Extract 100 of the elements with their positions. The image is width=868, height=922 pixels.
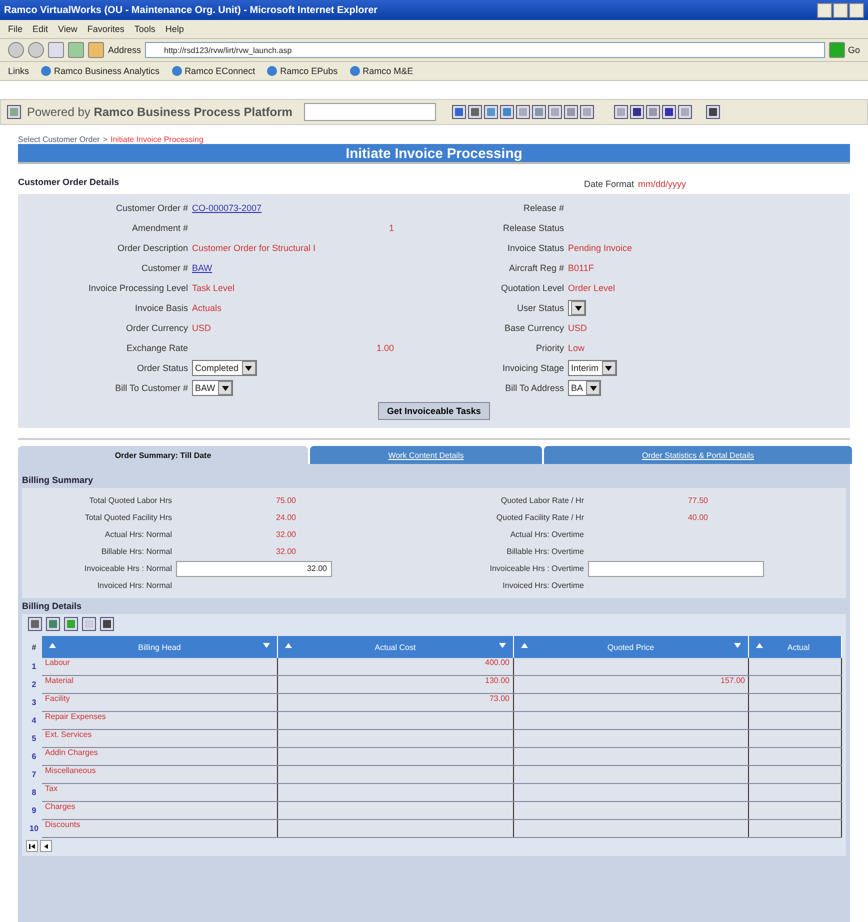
toolbar-icon[interactable]: [548, 105, 562, 119]
table-cell: 130.00: [278, 676, 513, 694]
stop-button[interactable]: [48, 42, 64, 58]
toolbar-icon[interactable]: [630, 105, 644, 119]
caret-icon: [590, 386, 597, 390]
close-button[interactable]: [849, 2, 864, 18]
field-value: 1.00: [375, 343, 395, 353]
field-label: Actual Hrs: Normal: [104, 530, 172, 539]
field-label: Customer Order #: [114, 203, 188, 213]
address-label: Address: [108, 45, 142, 55]
address-field[interactable]: http://rsd123/rvw/lirt/rvw_launch.asp: [145, 42, 825, 58]
toolbar-icon[interactable]: [468, 105, 482, 119]
forward-button[interactable]: [28, 42, 44, 58]
field-label: Exchange Rate: [125, 343, 188, 353]
table-cell: Ext. Services: [42, 730, 278, 748]
first-page-button[interactable]: [26, 840, 38, 852]
sort-down-icon: [498, 642, 506, 648]
breadcrumb-current[interactable]: Initiate Invoice Processing: [110, 135, 204, 144]
field-value: Order Level: [568, 283, 616, 293]
page-title: Initiate Invoice Processing: [18, 144, 850, 164]
field-value: 40.00: [686, 513, 709, 522]
tab[interactable]: Order Summary: Till Date: [18, 446, 308, 464]
link-item[interactable]: Ramco EPubs: [267, 66, 338, 76]
field-label: Release #: [522, 203, 564, 213]
table-cell: Facility: [42, 694, 278, 712]
column-header[interactable]: Quoted Price: [513, 636, 748, 658]
grid-tool-icon[interactable]: [82, 617, 96, 631]
breadcrumb-link[interactable]: Select Customer Order: [18, 135, 100, 144]
table-cell: 73.00: [278, 694, 513, 712]
search-field[interactable]: [304, 103, 436, 121]
grid-tool-icon[interactable]: [64, 617, 78, 631]
panel-icon[interactable]: [7, 105, 21, 119]
table-cell: Addln Charges: [42, 748, 278, 766]
toolbar-icon[interactable]: [678, 105, 692, 119]
field-label: User Status: [516, 303, 564, 313]
menu-item[interactable]: File: [8, 24, 23, 34]
toolbar-icon[interactable]: [614, 105, 628, 119]
back-button[interactable]: [8, 42, 24, 58]
tab[interactable]: Order Statistics & Portal Details: [544, 446, 852, 464]
dropdown[interactable]: Interim: [568, 360, 617, 376]
table-cell: Labour: [42, 658, 278, 676]
previous-page-button[interactable]: [40, 840, 52, 852]
link-item[interactable]: Ramco EConnect: [172, 66, 256, 76]
toolbar-icon[interactable]: [500, 105, 514, 119]
window-title: Ramco VirtualWorks (OU - Maintenance Org. Unit) - Microsoft Internet Explorer: [4, 4, 378, 16]
grid-tool-icon[interactable]: [100, 617, 114, 631]
column-header[interactable]: Actual Cost: [278, 636, 513, 658]
sort-up-icon: [285, 642, 292, 648]
toolbar-icon[interactable]: [516, 105, 530, 119]
sort-up-icon: [520, 642, 528, 648]
table-cell: Repair Expenses: [42, 712, 278, 730]
input-field[interactable]: [588, 560, 764, 576]
table-cell: Miscellaneous: [42, 766, 278, 784]
exit-icon[interactable]: [706, 105, 720, 119]
caret-icon: [245, 366, 252, 370]
dropdown[interactable]: Completed: [192, 360, 257, 376]
toolbar-icon[interactable]: [532, 105, 546, 119]
field-label: Invoice Basis: [134, 303, 188, 313]
toolbar-icon[interactable]: [580, 105, 594, 119]
field-value: Actuals: [192, 303, 223, 313]
dropdown[interactable]: [568, 300, 586, 316]
caret-icon: [605, 366, 612, 370]
field-value[interactable]: CO-000073-2007: [192, 203, 434, 213]
dropdown[interactable]: BA: [568, 380, 602, 396]
field-label: Billable Hrs: Overtime: [506, 547, 584, 556]
field-label: Amendment #: [130, 223, 188, 233]
menu-item[interactable]: Tools: [134, 24, 156, 34]
get-invoiceable-tasks-button[interactable]: Get Invoiceable Tasks: [378, 402, 490, 420]
field-value[interactable]: BAW: [192, 263, 434, 273]
maximize-button[interactable]: [833, 2, 848, 18]
menu-item[interactable]: View: [58, 24, 78, 34]
minimize-button[interactable]: [817, 2, 832, 18]
field-value: B011F: [568, 263, 595, 273]
field-value: Task Level: [192, 283, 236, 293]
breadcrumb-separator[interactable]: >: [102, 135, 108, 144]
toolbar-icon[interactable]: [564, 105, 578, 119]
menu-item[interactable]: Edit: [32, 24, 48, 34]
toolbar-icon[interactable]: [452, 105, 466, 119]
toolbar-icon[interactable]: [646, 105, 660, 119]
column-header[interactable]: Billing Head: [42, 636, 278, 658]
toolbar-icon[interactable]: [662, 105, 676, 119]
grid-tool-icon[interactable]: [46, 617, 60, 631]
input-field[interactable]: 32.00: [176, 560, 332, 576]
table-cell: 400.00: [278, 658, 513, 676]
field-label: Order Description: [116, 243, 188, 253]
dropdown[interactable]: BAW: [192, 380, 234, 396]
field-label: Quoted Labor Rate / Hr: [500, 496, 584, 505]
field-label: Invoicing Stage: [501, 363, 564, 373]
first-page-icon: [29, 844, 35, 848]
menu-item[interactable]: Help: [165, 24, 184, 34]
menu-item[interactable]: Favorites: [87, 24, 124, 34]
column-header[interactable]: Actual: [748, 636, 842, 658]
field-label: Invoice Processing Level: [87, 283, 188, 293]
tab[interactable]: Work Content Details: [310, 446, 542, 464]
link-item[interactable]: Ramco M&E: [350, 66, 414, 76]
grid-tool-icon[interactable]: [28, 617, 42, 631]
field-label: Release Status: [502, 223, 564, 233]
toolbar-icon[interactable]: [484, 105, 498, 119]
link-item[interactable]: Ramco Business Analytics: [41, 66, 160, 76]
table-cell: Discounts: [42, 820, 278, 838]
